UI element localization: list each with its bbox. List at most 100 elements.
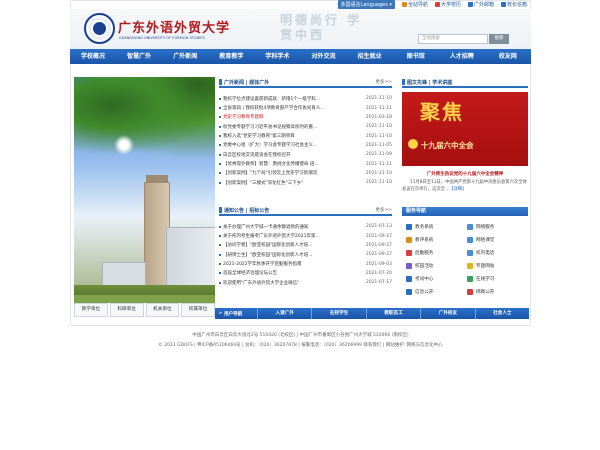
focus-section-title[interactable]: 图文先锋 | 学术讲座 (407, 79, 452, 86)
service-network[interactable]: 网络服务 (467, 220, 524, 233)
notice-row[interactable]: 欢迎使用"广东外语外贸大学企业微信" 2021-07-17 (219, 278, 392, 287)
admin-units-button[interactable]: 机关单位 (145, 303, 180, 317)
nav-item-smart[interactable]: 智慧广外 (116, 49, 162, 64)
news-title[interactable]: 党史学习教育专题网 (223, 114, 264, 120)
notice-section-title[interactable]: 通知公告 | 招标公告 (224, 207, 269, 214)
service-star[interactable]: 专题网站 (467, 259, 524, 272)
notice-row[interactable]: 【访问学者】"欧亚校园"国际化创新人才培... 2021-09-27 (219, 241, 392, 250)
service-service[interactable]: 后勤服务 (406, 246, 463, 259)
news-row[interactable]: 党委中心组（扩大）学习会专题学习社会主义... 2021-11-05 (219, 141, 392, 150)
mail-link[interactable]: 广外邮箱 (467, 1, 494, 8)
language-select[interactable]: 多国语言Languages ▾ (337, 0, 395, 9)
campus-photo[interactable] (74, 77, 215, 303)
news-title[interactable]: 【创新案例】"三模式"深化红色"三下乡" (223, 180, 303, 186)
notice-row[interactable]: 关于校内考生报考广东外语外贸大学2021年第... 2021-09-27 (219, 231, 392, 240)
news-row[interactable]: 党史学习教育专题网 2021-03-18 (219, 113, 392, 122)
news-row[interactable]: 【创新案例】"九个局"引领云上党史学习新潮流 2021-11-10 (219, 169, 392, 178)
nav-item-research[interactable]: 学科学术 (254, 49, 300, 64)
notice-title[interactable]: 欢迎使用"广东外语外贸大学企业微信" (223, 280, 299, 286)
news-row[interactable]: 我校学位点建设喜获新成就：新增1个一级学科... 2021-11-10 (219, 94, 392, 103)
service-classroom[interactable]: 网络课堂 (467, 233, 524, 246)
news-row[interactable]: 【优秀现外教师】智慧：勇挑文化传播使命 培... 2021-11-11 (219, 159, 392, 168)
news-title[interactable]: 【创新案例】"九个局"引领云上党史学习新潮流 (223, 170, 317, 176)
nav-item-library[interactable]: 图书馆 (393, 49, 439, 64)
network-icon (467, 223, 473, 230)
search-input[interactable]: 全站搜索 (418, 34, 488, 44)
book-icon (406, 223, 412, 230)
site-map-link[interactable]: 全站导航 (401, 1, 428, 8)
service-evaluation[interactable]: 教评系统 (406, 233, 463, 246)
user-nav-alumni[interactable]: 广外校友 (420, 308, 474, 319)
news-date: 2021-11-10 (365, 170, 392, 176)
service-icon (406, 249, 412, 256)
news-more-link[interactable]: 更多>> (375, 79, 392, 85)
service-study[interactable]: 在线学习 (467, 272, 524, 285)
notice-title[interactable]: 【访问学者】"欧亚校园"国际化创新人才培... (223, 242, 312, 248)
president-mailbox-link[interactable]: 校长信箱 (500, 1, 527, 8)
notice-title[interactable]: 【研博士生】"欧亚校园"国际化创新人才培... (223, 252, 312, 258)
nav-item-alumni[interactable]: 校友网 (485, 49, 531, 64)
university-seal-icon[interactable] (84, 13, 115, 44)
news-title[interactable]: 我校学位点建设喜获新成就：新增1个一级学科... (223, 96, 320, 102)
nav-item-recruit[interactable]: 人才招聘 (439, 49, 485, 64)
school-motto: 明德尚行 学贯中西 (280, 13, 363, 42)
notice-date: 2021-09-27 (365, 233, 392, 239)
nav-item-news[interactable]: 广外新闻 (162, 49, 208, 64)
phone-icon (467, 249, 473, 256)
service-book[interactable]: 教务系统 (406, 220, 463, 233)
notice-row[interactable]: 首届全球经济治理论坛公告 2021-07-20 (219, 269, 392, 278)
news-title[interactable]: 【优秀现外教师】智慧：勇挑文化传播使命 培... (223, 161, 319, 167)
news-row[interactable]: 白云区校地交流座谈会在我校召开 2021-11-09 (219, 150, 392, 159)
nav-item-about[interactable]: 学校概况 (70, 49, 116, 64)
notice-title[interactable]: 2021-2022学年秋季开学后勤服务指南 (223, 261, 302, 267)
news-row[interactable]: 校党委专题学习习近平总书记视察高校时的重... 2021-11-10 (219, 122, 392, 131)
teaching-units-button[interactable]: 教学单位 (74, 303, 108, 317)
notice-title[interactable]: 首届全球经济治理论坛公告 (223, 270, 277, 276)
user-nav-public[interactable]: 社会人士 (474, 308, 529, 319)
notice-row[interactable]: 【研博士生】"欧亚校园"国际化创新人才培... 2021-09-27 (219, 250, 392, 259)
nav-item-education[interactable]: 教育教学 (208, 49, 254, 64)
service-phone[interactable]: 校内电话 (467, 246, 524, 259)
service-info[interactable]: 信息公开 (406, 285, 463, 298)
star-icon (467, 262, 473, 269)
news-title[interactable]: 我校入选"党史学习教育"第三期项目 (223, 133, 295, 139)
news-title[interactable]: 党委中心组（扩大）学习会专题学习社会主义... (223, 142, 317, 148)
notice-title[interactable]: 关于校内考生报考广东外语外贸大学2021年第... (223, 233, 320, 239)
notice-title[interactable]: 关于办理广州大学城一卡通余额退款的通知 (223, 224, 309, 230)
focus-image[interactable]: 聚焦 十九届六中全会 (402, 92, 528, 166)
news-date: 2021-11-10 (365, 124, 392, 130)
search-button[interactable]: 搜索 (489, 34, 509, 44)
news-title[interactable]: 白云区校地交流座谈会在我校召开 (223, 152, 291, 158)
section-bar-icon (219, 79, 222, 85)
nav-item-exchange[interactable]: 对外交流 (300, 49, 346, 64)
news-row[interactable]: 我校入选"党史学习教育"第三期项目 2021-11-10 (219, 131, 392, 140)
news-date: 2021-11-10 (365, 180, 392, 186)
user-nav-applicants[interactable]: 入读广外 (257, 308, 311, 319)
news-title[interactable]: 全省第四 | 我校获批4项教育部产学合作协同育人... (223, 105, 325, 111)
notice-list: 关于办理广州大学城一卡通余额退款的通知 2021-07-13 关于校内考生报考广东外… (219, 222, 392, 287)
footer-address: 中国广州市白云区白云大道北2号 510420 (北校区) | 中国广州市番禺区小… (192, 333, 409, 338)
service-public[interactable]: 绑教公开 (467, 285, 524, 298)
focus-detail-link[interactable]: 【详细】 (449, 187, 466, 192)
news-section-title[interactable]: 广外新闻 | 媒体广外 (224, 79, 269, 86)
focus-caption-link[interactable]: 广外师生热议党的十九届六中全会精神 (402, 171, 528, 177)
notice-more-link[interactable]: 更多>> (375, 207, 392, 213)
service-activity[interactable]: 校园活动 (406, 259, 463, 272)
nav-item-admission[interactable]: 招生就业 (347, 49, 393, 64)
service-exam[interactable]: 考试中心 (406, 272, 463, 285)
calendar-icon (434, 2, 440, 7)
news-row[interactable]: 全省第四 | 我校获批4项教育部产学合作协同育人... 2021-11-11 (219, 103, 392, 112)
calendar-link[interactable]: 大学校历 (434, 1, 461, 8)
notice-row[interactable]: 2021-2022学年秋季开学后勤服务指南 2021-09-03 (219, 259, 392, 268)
logo-chinese[interactable]: 广东外语外贸大学 (118, 17, 230, 36)
notice-row[interactable]: 关于办理广州大学城一卡通余额退款的通知 2021-07-13 (219, 222, 392, 231)
user-nav-staff[interactable]: 教职员工 (365, 308, 420, 319)
notice-date: 2021-09-03 (365, 261, 392, 267)
news-row[interactable]: 【创新案例】"三模式"深化红色"三下乡" 2021-11-10 (219, 178, 392, 187)
research-units-button[interactable]: 科研单位 (109, 303, 144, 317)
logo-english: GUANGDONG UNIVERSITY OF FOREIGN STUDIES (119, 36, 205, 40)
user-nav-students[interactable]: 在校学生 (311, 308, 365, 319)
affiliated-units-button[interactable]: 校属单位 (181, 303, 215, 317)
news-title[interactable]: 校党委专题学习习近平总书记视察高校时的重... (223, 124, 317, 130)
user-nav-label: 用户导航 (223, 311, 243, 317)
